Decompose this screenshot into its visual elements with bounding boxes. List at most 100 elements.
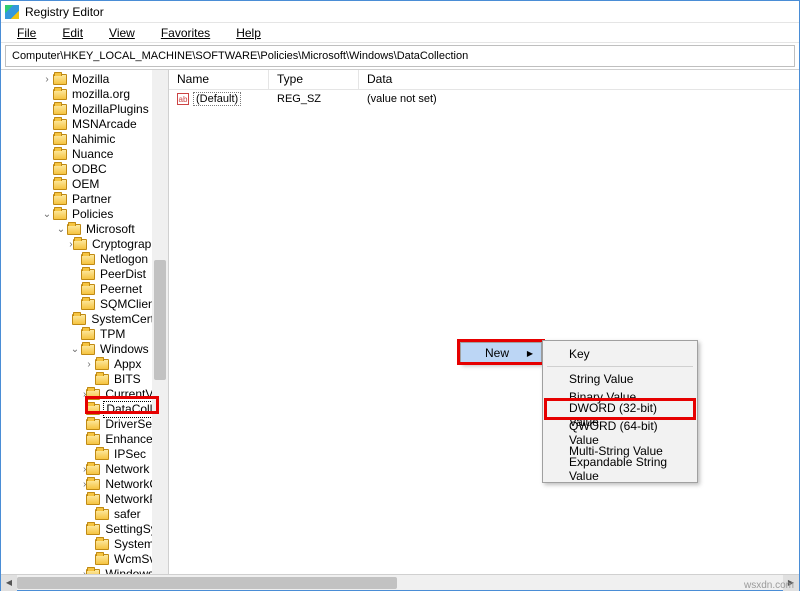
tree-node-partner[interactable]: ›Partner [1, 192, 168, 207]
tree-node-mozilla[interactable]: › Mozilla [1, 72, 168, 87]
tree-node-enhanceds[interactable]: ›EnhancedS [1, 432, 168, 447]
menu-file[interactable]: File [5, 24, 48, 42]
tree-node-sqmclient[interactable]: ›SQMClient [1, 297, 168, 312]
scroll-track[interactable] [17, 575, 783, 591]
tree-node-label: safer [112, 507, 143, 522]
tree-node-windowsup[interactable]: ›WindowsUp [1, 567, 168, 574]
context-menu-new[interactable]: New ▶ [460, 342, 542, 364]
tree-node-label: OEM [70, 177, 101, 192]
submenu-item-qword-64-bit-value[interactable]: QWORD (64-bit) Value [545, 424, 695, 442]
list-body[interactable]: ab (Default) REG_SZ (value not set) [169, 90, 799, 574]
value-name: (Default) [193, 92, 241, 106]
scrollbar-thumb[interactable] [154, 260, 166, 380]
tree-node-networkco[interactable]: ›NetworkCo [1, 477, 168, 492]
tree[interactable]: ›Mozilla›mozilla.org›MozillaPlugins›MSNA… [1, 70, 168, 574]
submenu-arrow-icon: ▶ [527, 349, 533, 358]
tree-node-systemcertific[interactable]: ›SystemCertific [1, 312, 168, 327]
tree-node-safer[interactable]: ›safer [1, 507, 168, 522]
submenu-item-string-value[interactable]: String Value [545, 370, 695, 388]
folder-icon [53, 149, 67, 160]
folder-icon [86, 404, 100, 415]
context-submenu[interactable]: KeyString ValueBinary ValueDWORD (32-bit… [542, 340, 698, 483]
tree-vertical-scrollbar[interactable] [152, 70, 168, 574]
tree-node-datacollect[interactable]: ›DataCollect [1, 402, 168, 417]
folder-icon [81, 344, 95, 355]
tree-pane: ›Mozilla›mozilla.org›MozillaPlugins›MSNA… [1, 70, 169, 574]
tree-node-peerdist[interactable]: ›PeerDist [1, 267, 168, 282]
tree-node-peernet[interactable]: ›Peernet [1, 282, 168, 297]
tree-node-label: ODBC [70, 162, 109, 177]
column-header-type[interactable]: Type [269, 70, 359, 89]
tree-node-network-co[interactable]: ›Network Co [1, 462, 168, 477]
folder-icon [53, 119, 67, 130]
tree-node-label: BITS [112, 372, 143, 387]
submenu-item-key[interactable]: Key [545, 345, 695, 363]
column-header-name[interactable]: Name [169, 70, 269, 89]
scroll-left-button[interactable]: ◀ [1, 575, 17, 591]
tree-node-mozillaplugins[interactable]: ›MozillaPlugins [1, 102, 168, 117]
folder-icon [81, 254, 95, 265]
address-text: Computer\HKEY_LOCAL_MACHINE\SOFTWARE\Pol… [12, 50, 468, 62]
folder-icon [86, 389, 100, 400]
folder-icon [53, 89, 67, 100]
tree-node-networkpro[interactable]: ›NetworkPro [1, 492, 168, 507]
menubar: File Edit View Favorites Help [1, 23, 799, 43]
tree-node-label: Windows [98, 342, 151, 357]
context-menu-item-new[interactable]: New ▶ [461, 343, 541, 363]
window-title: Registry Editor [25, 5, 104, 19]
column-header-data[interactable]: Data [359, 70, 799, 89]
list-row[interactable]: ab (Default) REG_SZ (value not set) [169, 90, 799, 108]
tree-node-microsoft[interactable]: ⌄ Microsoft [1, 222, 168, 237]
tree-node-wcmsvc[interactable]: ›WcmSvc [1, 552, 168, 567]
tree-node-msnarcade[interactable]: ›MSNArcade [1, 117, 168, 132]
tree-node-windows[interactable]: ⌄ Windows [1, 342, 168, 357]
tree-node-appx[interactable]: ›Appx [1, 357, 168, 372]
expand-icon[interactable]: › [41, 72, 53, 87]
menu-view[interactable]: View [97, 24, 147, 42]
tree-node-label: Partner [70, 192, 113, 207]
tree-node-bits[interactable]: ›BITS [1, 372, 168, 387]
tree-node-tpm[interactable]: ›TPM [1, 327, 168, 342]
address-bar[interactable]: Computer\HKEY_LOCAL_MACHINE\SOFTWARE\Pol… [5, 45, 795, 67]
tree-node-cryptography[interactable]: ›Cryptography [1, 237, 168, 252]
folder-icon [95, 359, 109, 370]
tree-node-nahimic[interactable]: ›Nahimic [1, 132, 168, 147]
folder-icon [53, 74, 67, 85]
tree-node-label: Policies [70, 207, 115, 222]
tree-node-policies[interactable]: ⌄ Policies [1, 207, 168, 222]
tree-node-system[interactable]: ›System [1, 537, 168, 552]
tree-node-nuance[interactable]: ›Nuance [1, 147, 168, 162]
folder-icon [86, 419, 100, 430]
menu-edit[interactable]: Edit [50, 24, 95, 42]
scroll-thumb[interactable] [17, 577, 397, 589]
tree-node-label: Mozilla [70, 72, 111, 87]
tree-node-oem[interactable]: ›OEM [1, 177, 168, 192]
tree-node-netlogon[interactable]: ›Netlogon [1, 252, 168, 267]
tree-node-mozilla-org[interactable]: ›mozilla.org [1, 87, 168, 102]
menu-help[interactable]: Help [224, 24, 273, 42]
tree-node-label: System [112, 537, 156, 552]
collapse-icon[interactable]: ⌄ [69, 342, 81, 357]
menu-favorites[interactable]: Favorites [149, 24, 222, 42]
folder-icon [86, 479, 100, 490]
menu-separator [547, 366, 693, 367]
tree-node-ipsec[interactable]: ›IPSec [1, 447, 168, 462]
horizontal-scrollbar[interactable]: ◀ ▶ [1, 574, 799, 590]
tree-node-driversearc[interactable]: ›DriverSearc [1, 417, 168, 432]
folder-icon [53, 209, 67, 220]
collapse-icon[interactable]: ⌄ [41, 207, 53, 222]
folder-icon [95, 539, 109, 550]
folder-icon [95, 449, 109, 460]
tree-node-currentvers[interactable]: ›CurrentVers [1, 387, 168, 402]
tree-node-label: mozilla.org [70, 87, 132, 102]
expand-icon[interactable]: › [83, 357, 95, 372]
tree-node-label: Microsoft [84, 222, 137, 237]
collapse-icon[interactable]: ⌄ [55, 222, 67, 237]
folder-icon [86, 464, 100, 475]
tree-node-odbc[interactable]: ›ODBC [1, 162, 168, 177]
submenu-item-expandable-string-value[interactable]: Expandable String Value [545, 460, 695, 478]
titlebar[interactable]: Registry Editor [1, 1, 799, 23]
tree-node-settingsync[interactable]: ›SettingSync [1, 522, 168, 537]
folder-icon [67, 224, 81, 235]
tree-node-label: MozillaPlugins [70, 102, 151, 117]
